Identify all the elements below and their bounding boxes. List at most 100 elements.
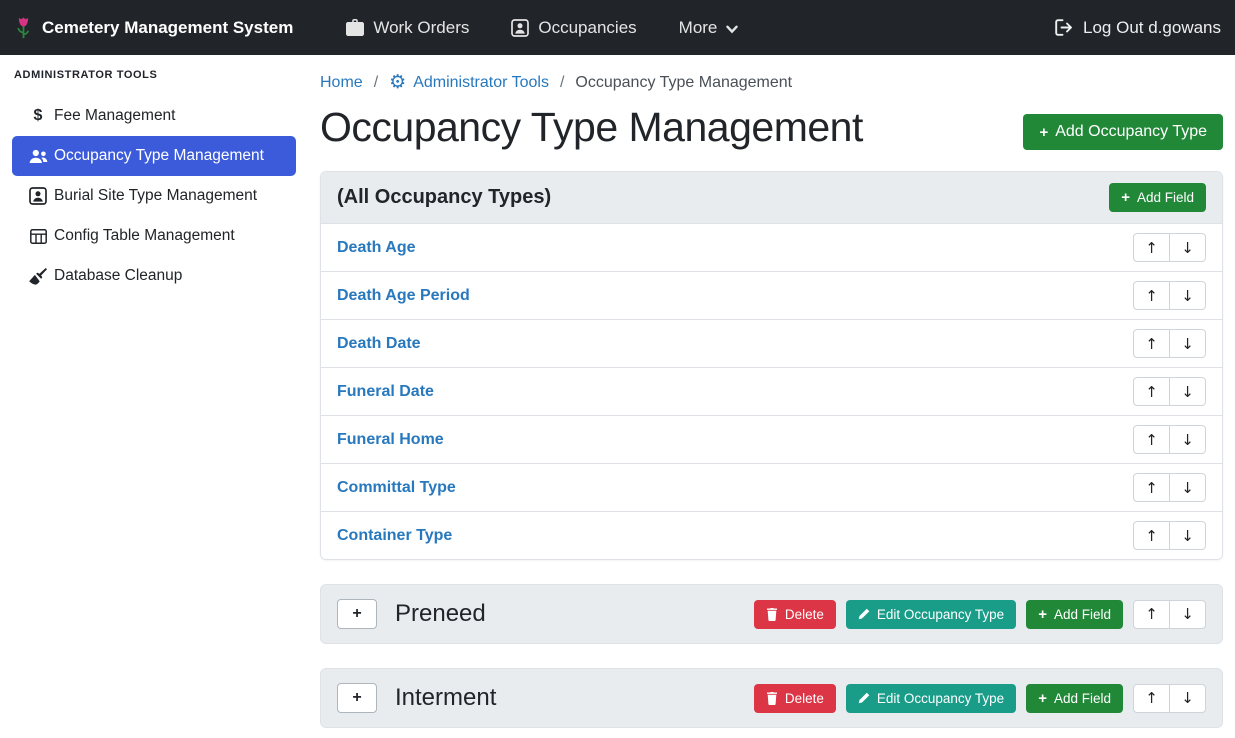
add-field-button[interactable]: + Add Field	[1026, 684, 1123, 713]
breadcrumb-admin-tools-link[interactable]: ⚙ Administrator Tools	[389, 73, 549, 92]
plus-icon: +	[352, 605, 361, 623]
plus-icon: +	[1038, 691, 1047, 706]
arrow-down-icon: ↓	[1181, 689, 1194, 707]
move-down-button[interactable]: ↓	[1169, 281, 1206, 310]
move-up-button[interactable]: ↑	[1133, 521, 1170, 550]
reorder-controls: ↑↓	[1133, 233, 1206, 262]
pencil-icon	[858, 692, 870, 704]
move-down-button[interactable]: ↓	[1169, 521, 1206, 550]
add-field-button[interactable]: + Add Field	[1026, 600, 1123, 629]
field-link[interactable]: Funeral Date	[337, 383, 434, 401]
logout-icon	[1055, 19, 1074, 36]
move-down-button[interactable]: ↓	[1169, 425, 1206, 454]
move-up-button[interactable]: ↑	[1133, 329, 1170, 358]
move-up-button[interactable]: ↑	[1133, 425, 1170, 454]
button-label: Delete	[785, 607, 824, 622]
delete-button[interactable]: Delete	[754, 684, 836, 713]
reorder-controls: ↑↓	[1133, 281, 1206, 310]
field-link[interactable]: Death Date	[337, 335, 421, 353]
type-cards: + Preneed Delete Edit Occupancy Type + Add Fi…	[320, 584, 1223, 728]
button-label: Add Field	[1137, 190, 1194, 205]
move-up-button[interactable]: ↑	[1133, 377, 1170, 406]
sidebar-item-occupancy-type-management[interactable]: Occupancy Type Management	[12, 136, 296, 176]
sidebar-item-burial-site-type-management[interactable]: Burial Site Type Management	[12, 176, 296, 216]
expand-button[interactable]: +	[337, 599, 377, 629]
reorder-controls: ↑↓	[1133, 684, 1206, 713]
field-rows: Death Age↑↓Death Age Period↑↓Death Date↑…	[321, 223, 1222, 559]
sidebar-item-label: Fee Management	[54, 107, 176, 125]
arrow-up-icon: ↑	[1145, 287, 1158, 305]
delete-button[interactable]: Delete	[754, 600, 836, 629]
move-down-button[interactable]: ↓	[1169, 684, 1206, 713]
field-row: Death Age Period↑↓	[321, 271, 1222, 319]
field-link[interactable]: Funeral Home	[337, 431, 444, 449]
field-link[interactable]: Container Type	[337, 527, 452, 545]
arrow-down-icon: ↓	[1181, 383, 1194, 401]
breadcrumb-separator: /	[560, 74, 564, 92]
app-title: Cemetery Management System	[42, 18, 293, 38]
navbar-menu: Work Orders Occupancies More	[325, 18, 759, 38]
app-brand[interactable]: Cemetery Management System	[14, 16, 293, 40]
nav-item-label: More	[679, 18, 718, 38]
table-icon	[22, 229, 54, 244]
sidebar-item-fee-management[interactable]: $Fee Management	[12, 96, 296, 136]
nav-item-more[interactable]: More	[679, 18, 739, 38]
sidebar-item-label: Database Cleanup	[54, 267, 182, 285]
occupancy-type-name: Preneed	[395, 600, 486, 628]
add-field-button[interactable]: + Add Field	[1109, 183, 1206, 212]
move-up-button[interactable]: ↑	[1133, 684, 1170, 713]
move-down-button[interactable]: ↓	[1169, 377, 1206, 406]
plus-icon: +	[1039, 125, 1048, 140]
edit-occupancy-type-button[interactable]: Edit Occupancy Type	[846, 600, 1016, 629]
expand-button[interactable]: +	[337, 683, 377, 713]
add-occupancy-type-button[interactable]: + Add Occupancy Type	[1023, 114, 1223, 150]
field-row: Funeral Home ↑↓	[321, 415, 1222, 463]
move-down-button[interactable]: ↓	[1169, 600, 1206, 629]
users-icon	[22, 149, 54, 164]
move-up-button[interactable]: ↑	[1133, 473, 1170, 502]
arrow-down-icon: ↓	[1181, 239, 1194, 257]
field-link[interactable]: Committal Type	[337, 479, 456, 497]
sidebar-item-database-cleanup[interactable]: Database Cleanup	[12, 256, 296, 296]
button-label: Add Field	[1054, 607, 1111, 622]
sidebar-item-config-table-management[interactable]: Config Table Management	[12, 216, 296, 256]
nav-item-work-orders[interactable]: Work Orders	[346, 18, 469, 38]
field-row: Death Date ↑↓	[321, 319, 1222, 367]
sidebar: Administrator Tools $Fee ManagementOccup…	[0, 55, 308, 738]
move-up-button[interactable]: ↑	[1133, 600, 1170, 629]
button-label: Edit Occupancy Type	[877, 607, 1004, 622]
card-title: (All Occupancy Types)	[337, 186, 551, 209]
move-down-button[interactable]: ↓	[1169, 473, 1206, 502]
breadcrumb-separator: /	[374, 74, 378, 92]
nav-item-occupancies[interactable]: Occupancies	[511, 18, 636, 38]
plus-icon: +	[1121, 190, 1130, 205]
logout-button[interactable]: Log Out d.gowans	[1055, 18, 1221, 38]
field-link[interactable]: Death Age Period	[337, 287, 470, 305]
trash-icon	[766, 692, 778, 705]
sidebar-item-label: Config Table Management	[54, 227, 235, 245]
reorder-controls: ↑↓	[1133, 425, 1206, 454]
edit-occupancy-type-button[interactable]: Edit Occupancy Type	[846, 684, 1016, 713]
breadcrumb-home-link[interactable]: Home	[320, 74, 363, 92]
arrow-down-icon: ↓	[1181, 287, 1194, 305]
reorder-controls: ↑↓	[1133, 329, 1206, 358]
field-link[interactable]: Death Age	[337, 239, 416, 257]
type-actions: Delete Edit Occupancy Type + Add Field ↑ ↓	[754, 600, 1206, 629]
move-up-button[interactable]: ↑	[1133, 233, 1170, 262]
arrow-up-icon: ↑	[1145, 479, 1158, 497]
move-down-button[interactable]: ↓	[1169, 233, 1206, 262]
dollar-icon: $	[22, 107, 54, 125]
move-up-button[interactable]: ↑	[1133, 281, 1170, 310]
plus-icon: +	[1038, 607, 1047, 622]
button-label: Delete	[785, 691, 824, 706]
all-occupancy-types-card: (All Occupancy Types) + Add Field Death …	[320, 171, 1223, 560]
occupancy-type-card-preneed: + Preneed Delete Edit Occupancy Type + Add Fi…	[320, 584, 1223, 644]
trash-icon	[766, 608, 778, 621]
button-label: Edit Occupancy Type	[877, 691, 1004, 706]
arrow-up-icon: ↑	[1145, 605, 1158, 623]
arrow-up-icon: ↑	[1145, 383, 1158, 401]
button-label: Add Field	[1054, 691, 1111, 706]
move-down-button[interactable]: ↓	[1169, 329, 1206, 358]
arrow-down-icon: ↓	[1181, 605, 1194, 623]
portrait-icon	[511, 19, 529, 37]
